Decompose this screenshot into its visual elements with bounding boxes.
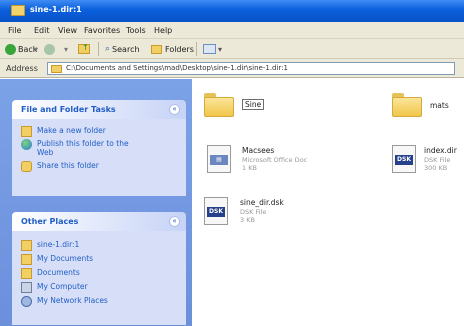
toolbar-separator — [196, 42, 197, 56]
folder-item-mats[interactable]: mats — [392, 93, 460, 129]
file-name: mats — [430, 101, 449, 110]
back-arrow-icon — [5, 43, 16, 55]
file-name[interactable]: Sine — [242, 99, 265, 110]
toolbar-separator — [98, 42, 99, 56]
toolbar: Back ▾ ▾ ↑ ⌕ Search Folders ▾ — [0, 39, 464, 59]
globe-icon — [21, 139, 32, 150]
address-path: C:\Documents and Settings\mad\Desktop\si… — [66, 64, 289, 72]
up-folder-icon: ↑ — [78, 44, 90, 54]
menu-edit[interactable]: Edit — [34, 26, 50, 35]
forward-button[interactable] — [44, 42, 57, 56]
file-folder-tasks-panel: File and Folder Tasks « Make a new folde… — [12, 100, 186, 196]
new-folder-icon — [21, 126, 32, 137]
dsk-file-icon: DSK — [392, 145, 416, 173]
other-places-panel: Other Places « sine-1.dir:1 My Documents… — [12, 212, 186, 325]
search-label: Search — [112, 44, 140, 54]
panel-title: Other Places — [21, 217, 79, 226]
address-bar: Address C:\Documents and Settings\mad\De… — [0, 59, 464, 78]
file-type: Microsoft Office Doc — [242, 156, 308, 164]
documents-icon — [21, 268, 32, 279]
task-pane: File and Folder Tasks « Make a new folde… — [0, 79, 192, 326]
forward-dropdown[interactable]: ▾ — [64, 42, 68, 56]
panel-header[interactable]: Other Places « — [12, 212, 186, 231]
task-share-folder[interactable]: Share this folder — [21, 161, 99, 172]
views-dropdown-icon: ▾ — [218, 44, 223, 54]
menu-file[interactable]: File — [8, 26, 21, 35]
network-places-icon — [21, 296, 32, 307]
panel-header[interactable]: File and Folder Tasks « — [12, 100, 186, 119]
file-name: index.dir — [424, 146, 457, 155]
file-size: 3 KB — [240, 216, 255, 224]
folders-button[interactable]: Folders — [151, 42, 194, 56]
up-folder-button[interactable]: ↑ — [78, 42, 90, 56]
place-label: sine-1.dir:1 — [37, 240, 80, 249]
share-folder-icon — [21, 161, 32, 172]
task-make-new-folder[interactable]: Make a new folder — [21, 126, 106, 137]
address-field[interactable]: C:\Documents and Settings\mad\Desktop\si… — [47, 62, 455, 75]
folder-icon — [11, 5, 25, 16]
forward-arrow-icon — [44, 43, 55, 55]
back-button[interactable]: Back — [5, 42, 37, 56]
task-label: Publish this folder to the Web — [37, 139, 129, 157]
place-documents[interactable]: Documents — [21, 268, 80, 279]
task-label: Make a new folder — [37, 126, 106, 135]
menu-bar: File Edit View Favorites Tools Help — [0, 22, 464, 39]
task-publish-folder[interactable]: Publish this folder to the Web — [21, 139, 139, 157]
search-button[interactable]: ⌕ Search — [105, 42, 140, 56]
panel-title: File and Folder Tasks — [21, 105, 116, 114]
menu-view[interactable]: View — [58, 26, 77, 35]
file-size: 1 KB — [242, 164, 257, 172]
dsk-file-icon: DSK — [204, 197, 228, 225]
place-label: My Documents — [37, 254, 94, 263]
file-size: 300 KB — [424, 164, 448, 172]
document-icon: ▤ — [207, 145, 231, 173]
menu-tools[interactable]: Tools — [126, 26, 146, 35]
my-computer-icon — [21, 282, 32, 293]
address-label: Address — [6, 64, 38, 73]
place-label: Documents — [37, 268, 80, 277]
file-item-macsees[interactable]: ▤ Macsees Microsoft Office Doc 1 KB — [204, 145, 314, 181]
place-label: My Computer — [37, 282, 88, 291]
place-sine-folder[interactable]: sine-1.dir:1 — [21, 240, 79, 251]
file-name: sine_dir.dsk — [240, 198, 284, 207]
collapse-chevron-icon[interactable]: « — [169, 104, 180, 115]
search-icon: ⌕ — [105, 44, 111, 54]
folders-label: Folders — [165, 44, 194, 54]
file-item-sine-dir-dsk[interactable]: DSK sine_dir.dsk DSK File 3 KB — [204, 197, 314, 233]
explorer-window: sine-1.dir:1 File Edit View Favorites To… — [0, 0, 464, 326]
views-button[interactable]: ▾ — [203, 42, 222, 56]
file-list: Sine mats ▤ Macsees Microsoft Office Doc… — [192, 79, 464, 326]
file-item-index[interactable]: DSK index.dir DSK File 300 KB — [392, 145, 462, 181]
folder-icon — [51, 65, 62, 73]
menu-favorites[interactable]: Favorites — [84, 26, 120, 35]
views-icon — [203, 44, 216, 54]
folder-item-sine[interactable]: Sine — [204, 93, 294, 129]
my-documents-icon — [21, 254, 32, 265]
title-bar[interactable]: sine-1.dir:1 — [0, 0, 464, 22]
folder-icon — [204, 93, 234, 117]
window-title: sine-1.dir:1 — [30, 5, 82, 14]
place-label: My Network Places — [37, 296, 108, 305]
folder-icon — [21, 240, 32, 251]
menu-help[interactable]: Help — [154, 26, 172, 35]
collapse-chevron-icon[interactable]: « — [169, 216, 180, 227]
file-type: DSK File — [424, 156, 451, 164]
task-label: Share this folder — [37, 161, 99, 170]
place-my-documents[interactable]: My Documents — [21, 254, 93, 265]
place-network-places[interactable]: My Network Places — [21, 296, 108, 307]
file-type: DSK File — [240, 208, 267, 216]
panel-body: sine-1.dir:1 My Documents Documents My C… — [12, 231, 186, 325]
place-my-computer[interactable]: My Computer — [21, 282, 88, 293]
back-dropdown[interactable]: ▾ — [34, 42, 38, 56]
file-name: Macsees — [242, 146, 275, 155]
panel-body: Make a new folder Publish this folder to… — [12, 119, 186, 196]
folders-icon — [151, 44, 162, 54]
folder-icon — [392, 93, 422, 117]
